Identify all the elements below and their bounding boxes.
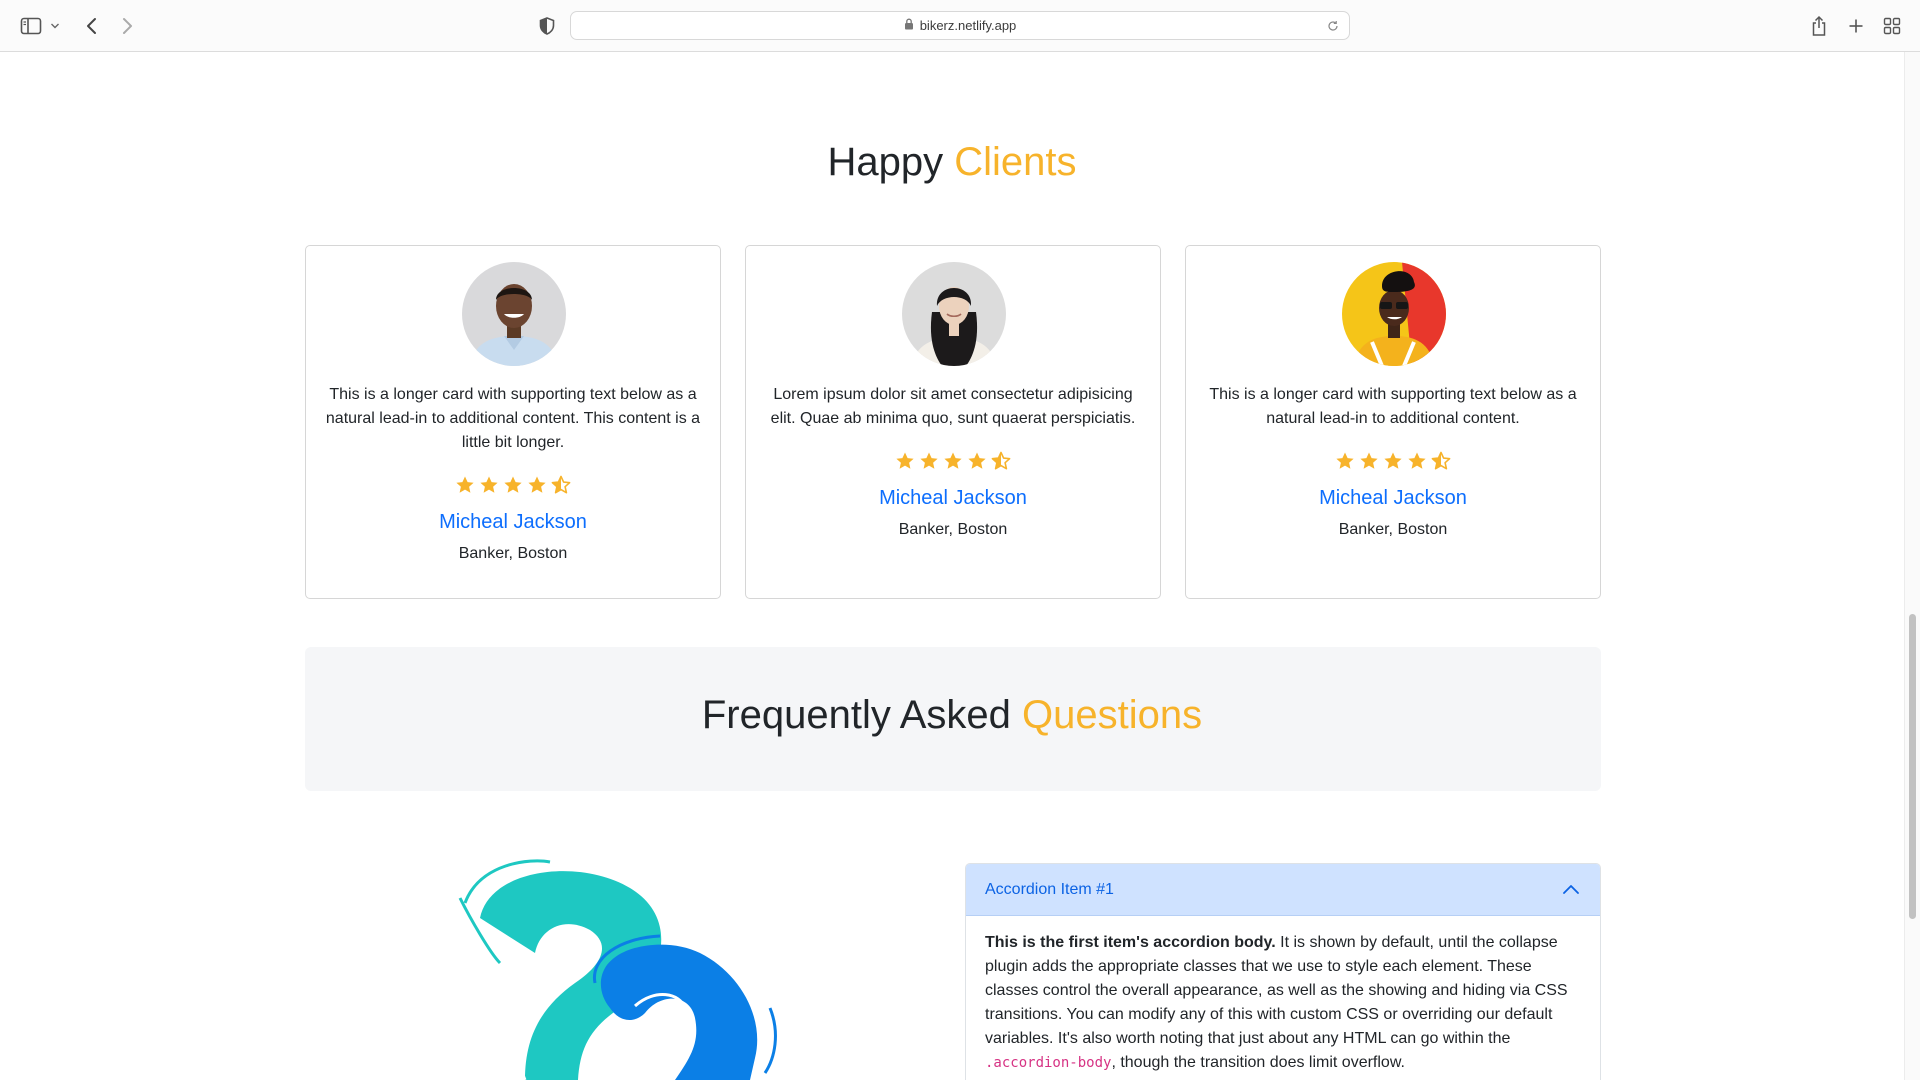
sidebar-icon[interactable] [19, 14, 43, 38]
star-icon [528, 476, 546, 493]
star-icon [968, 452, 986, 469]
star-icon [1384, 452, 1402, 469]
star-rating [746, 451, 1160, 471]
avatar [902, 262, 1006, 366]
title-main: Frequently Asked [701, 693, 1011, 737]
star-icon [944, 452, 962, 469]
accordion-header-label: Accordion Item #1 [985, 880, 1114, 898]
url-text: bikerz.netlify.app [919, 18, 1017, 33]
testimonial-text: This is a longer card with supporting te… [1209, 386, 1577, 427]
faq-accordion: Accordion Item #1 This is the first item… [965, 863, 1601, 1080]
star-icon [456, 476, 474, 493]
back-icon[interactable] [80, 14, 104, 38]
star-icon [896, 452, 914, 469]
client-name[interactable]: Micheal Jackson [306, 511, 720, 534]
chevron-up-icon[interactable] [1562, 881, 1580, 899]
client-name[interactable]: Micheal Jackson [1186, 487, 1600, 510]
address-bar[interactable]: bikerz.netlify.app [570, 11, 1350, 40]
lock-icon [904, 17, 914, 35]
star-icon [1360, 452, 1378, 469]
question-marks-illustration [440, 858, 820, 1080]
star-icon [504, 476, 522, 493]
title-accent: Clients [954, 140, 1077, 184]
avatar [1342, 262, 1446, 366]
star-half-icon [551, 475, 571, 494]
star-icon [1408, 452, 1426, 469]
accordion-body-strong: This is the first item's accordion body. [985, 934, 1276, 951]
scrollbar-track[interactable] [1904, 52, 1920, 1080]
star-half-icon [991, 451, 1011, 470]
browser-toolbar: bikerz.netlify.app [0, 0, 1920, 52]
client-role: Banker, Boston [1338, 521, 1448, 538]
star-rating [1186, 451, 1600, 471]
client-role: Banker, Boston [898, 521, 1008, 538]
testimonial-text: Lorem ipsum dolor sit amet consectetur a… [770, 386, 1136, 427]
accordion-item-1-header[interactable]: Accordion Item #1 [966, 864, 1600, 916]
share-icon[interactable] [1807, 14, 1831, 38]
star-rating [306, 475, 720, 495]
accordion-item-1-body: This is the first item's accordion body.… [985, 931, 1581, 1075]
title-accent: Questions [1022, 693, 1203, 737]
shield-icon[interactable] [535, 14, 559, 38]
accordion-body-tail: , though the transition does limit overf… [1111, 1054, 1405, 1071]
client-name[interactable]: Micheal Jackson [746, 487, 1160, 510]
testimonial-text: This is a longer card with supporting te… [325, 386, 701, 451]
forward-icon[interactable] [115, 14, 139, 38]
star-icon [1336, 452, 1354, 469]
scrollbar-thumb[interactable] [1909, 614, 1916, 919]
testimonial-card: This is a longer card with supporting te… [1185, 245, 1601, 599]
chevron-down-icon[interactable] [48, 14, 62, 38]
star-half-icon [1431, 451, 1451, 470]
client-role: Banker, Boston [458, 545, 568, 562]
title-main: Happy [827, 140, 944, 184]
new-tab-icon[interactable] [1844, 14, 1868, 38]
happy-clients-title: Happy Clients [0, 140, 1904, 185]
avatar [462, 262, 566, 366]
faq-title: Frequently Asked Questions [0, 693, 1904, 738]
star-icon [480, 476, 498, 493]
tab-overview-icon[interactable] [1880, 14, 1904, 38]
accordion-body-code: .accordion-body [985, 1055, 1112, 1071]
testimonial-card: Lorem ipsum dolor sit amet consectetur a… [745, 245, 1161, 599]
reload-icon[interactable] [1325, 18, 1341, 34]
testimonial-card: This is a longer card with supporting te… [305, 245, 721, 599]
star-icon [920, 452, 938, 469]
